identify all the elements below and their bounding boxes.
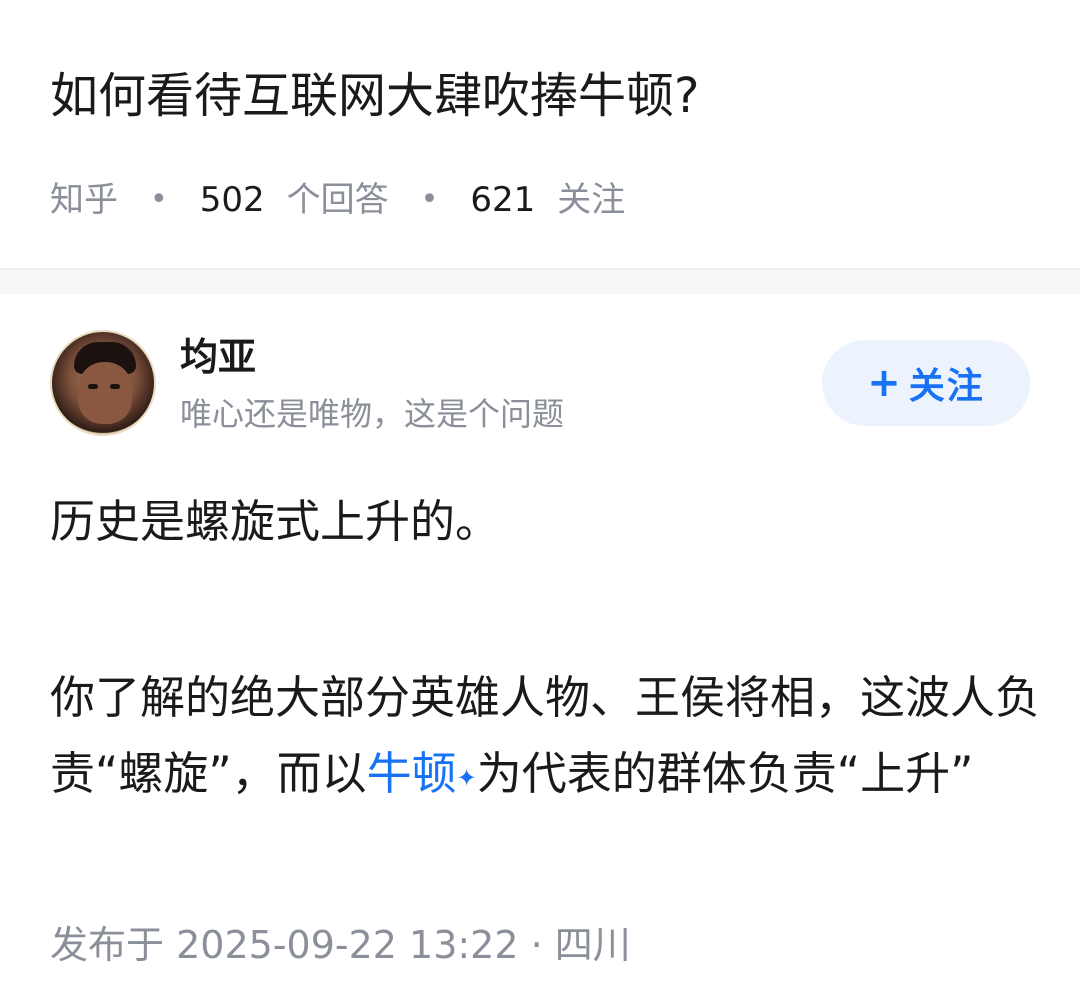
publish-info: 发布于 2025-09-22 13:22 · 四川 xyxy=(50,918,631,972)
sparkle-icon: ✦ xyxy=(456,764,477,792)
publish-separator-dot: · xyxy=(518,923,555,967)
answer-paragraph: 历史是螺旋式上升的。 xyxy=(50,495,501,548)
publish-prefix: 发布于 xyxy=(50,923,165,967)
follower-count: 621 xyxy=(470,180,536,220)
section-divider xyxy=(0,270,1080,294)
topic-link-label: 牛顿 xyxy=(366,747,457,800)
answer-count: 502 xyxy=(199,180,265,220)
source-label: 知乎 xyxy=(50,180,118,220)
follow-button[interactable]: + 关注 xyxy=(822,340,1030,426)
publish-location: 四川 xyxy=(554,923,631,967)
answer-count-label: 个回答 xyxy=(286,180,389,220)
meta-separator-dot: • xyxy=(150,182,168,217)
answer-paragraph: 你了解的绝大部分英雄人物、王侯将相，这波人负责“螺旋”，而以牛顿✦为代表的群体负… xyxy=(50,660,1040,812)
question-title[interactable]: 如何看待互联网大肆吹捧牛顿? xyxy=(50,58,699,134)
question-header: 如何看待互联网大肆吹捧牛顿? 知乎 • 502 个回答 • 621 关注 xyxy=(0,0,1080,270)
topic-link-newton[interactable]: 牛顿✦ xyxy=(367,747,477,800)
answer-content: 历史是螺旋式上升的。 你了解的绝大部分英雄人物、王侯将相，这波人负责“螺旋”，而… xyxy=(50,484,1040,812)
author-bio: 唯心还是唯物，这是个问题 xyxy=(180,395,565,433)
question-meta: 知乎 • 502 个回答 • 621 关注 xyxy=(50,172,625,228)
follow-button-label: 关注 xyxy=(908,366,985,407)
author-avatar[interactable] xyxy=(50,330,156,436)
plus-icon: + xyxy=(867,360,903,406)
meta-separator-dot: • xyxy=(420,182,439,217)
follower-count-label: 关注 xyxy=(557,180,626,220)
paragraph-text: 为代表的群体负责“上升” xyxy=(476,747,974,800)
author-name[interactable]: 均亚 xyxy=(180,330,256,384)
answer-card: 均亚 唯心还是唯物，这是个问题 + 关注 历史是螺旋式上升的。 你了解的绝大部分… xyxy=(0,294,1080,1002)
publish-datetime: 2025-09-22 13:22 xyxy=(176,923,519,967)
